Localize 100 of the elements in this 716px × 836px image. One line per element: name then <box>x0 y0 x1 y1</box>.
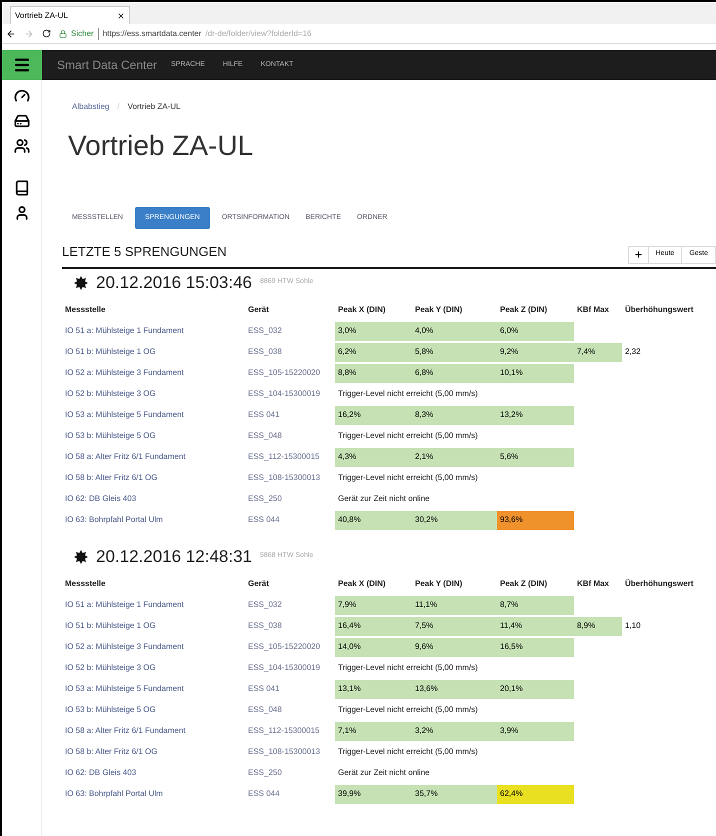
peak-cell: 16,4% <box>335 616 412 636</box>
page-title: Vortrieb ZA-UL <box>68 129 254 163</box>
device-text: ESS_048 <box>248 704 282 716</box>
peak-cell: 62,4% <box>497 784 574 804</box>
lock-icon <box>59 30 67 38</box>
station-link[interactable]: IO 52 b: Mühlsteige 3 OG <box>65 388 156 400</box>
device-text: ESS_104-15300019 <box>248 662 320 674</box>
station-link[interactable]: IO 53 a: Mühlsteige 5 Fundament <box>65 683 184 695</box>
status-message: Trigger-Level nicht erreicht (5,00 mm/s) <box>338 431 478 440</box>
address-bar[interactable]: Sicher https://ess.smartdata.center /dr-de/folder/view?folderId=16 <box>59 26 712 41</box>
peak-cell: 2,1% <box>412 448 497 466</box>
column-header: Überhöhungswert <box>625 578 694 588</box>
column-header: Peak Y (DIN) <box>415 578 462 588</box>
column-header: Peak Y (DIN) <box>415 304 462 314</box>
peak-cell: 13,6% <box>412 680 497 698</box>
section-title: LETZTE 5 SPRENGUNGEN <box>62 243 227 261</box>
device-text: ESS_104-15300019 <box>248 388 320 400</box>
peak-cell: 9,2% <box>497 342 574 362</box>
factor-text: 2,32 <box>625 346 641 358</box>
peak-cell: 8,3% <box>412 406 497 424</box>
status-message: Gerät zur Zeit nicht online <box>338 768 430 777</box>
peak-cell: 13,2% <box>497 406 574 424</box>
status-message: Trigger-Level nicht erreicht (5,00 mm/s) <box>338 705 478 714</box>
peak-cell: 35,7% <box>412 784 497 804</box>
device-text: ESS_038 <box>248 346 282 358</box>
station-link[interactable]: IO 62: DB Gleis 403 <box>65 493 136 505</box>
station-link[interactable]: IO 51 a: Mühlsteige 1 Fundament <box>65 325 184 337</box>
reload-icon[interactable] <box>42 29 51 38</box>
breadcrumb-separator: / <box>117 101 120 113</box>
station-link[interactable]: IO 53 b: Mühlsteige 5 OG <box>65 430 156 442</box>
station-link[interactable]: IO 58 b: Alter Fritz 6/1 OG <box>65 746 158 758</box>
browser-tab[interactable]: Vortrieb ZA-UL <box>10 6 130 24</box>
peak-cell: 16,5% <box>497 638 574 656</box>
sun-icon <box>74 550 88 564</box>
peak-cell: 11,4% <box>497 616 574 636</box>
breadcrumb-link[interactable]: Albabstieg <box>72 101 110 113</box>
station-link[interactable]: IO 62: DB Gleis 403 <box>65 767 136 779</box>
sun-icon <box>74 276 88 290</box>
status-message: Trigger-Level nicht erreicht (5,00 mm/s) <box>338 747 478 756</box>
device-text: ESS_038 <box>248 620 282 632</box>
brand-name: Smart Data Center <box>57 57 158 74</box>
peak-cell: 4,3% <box>335 448 412 466</box>
device-text: ESS_108-15300013 <box>248 472 320 484</box>
column-header: Peak X (DIN) <box>338 304 386 314</box>
status-message: Trigger-Level nicht erreicht (5,00 mm/s) <box>338 389 478 398</box>
station-link[interactable]: IO 53 a: Mühlsteige 5 Fundament <box>65 409 184 421</box>
kbf-cell: 7,4% <box>574 342 622 362</box>
plus-icon <box>634 250 643 259</box>
device-text: ESS 044 <box>248 788 280 800</box>
menu-button[interactable] <box>2 50 42 80</box>
column-header: Peak X (DIN) <box>338 578 386 588</box>
peak-cell: 40,8% <box>335 510 412 530</box>
column-header: KBf Max <box>577 578 610 588</box>
column-header: Messstelle <box>65 578 106 588</box>
peak-cell: 20,1% <box>497 680 574 698</box>
column-header: Messstelle <box>65 304 106 314</box>
peak-cell: 5,6% <box>497 448 574 466</box>
station-link[interactable]: IO 51 b: Mühlsteige 1 OG <box>65 346 156 358</box>
station-link[interactable]: IO 58 b: Alter Fritz 6/1 OG <box>65 472 158 484</box>
device-text: ESS_048 <box>248 430 282 442</box>
device-text: ESS_250 <box>248 767 282 779</box>
peak-cell: 6,2% <box>335 342 412 362</box>
station-link[interactable]: IO 51 a: Mühlsteige 1 Fundament <box>65 599 184 611</box>
station-link[interactable]: IO 53 b: Mühlsteige 5 OG <box>65 704 156 716</box>
station-link[interactable]: IO 58 a: Alter Fritz 6/1 Fundament <box>65 725 186 737</box>
station-link[interactable]: IO 51 b: Mühlsteige 1 OG <box>65 620 156 632</box>
peak-cell: 93,6% <box>497 510 574 530</box>
station-link[interactable]: IO 52 b: Mühlsteige 3 OG <box>65 662 156 674</box>
device-text: ESS 044 <box>248 514 280 526</box>
station-link[interactable]: IO 52 a: Mühlsteige 3 Fundament <box>65 367 184 379</box>
peak-cell: 7,9% <box>335 596 412 614</box>
menu-icon <box>13 56 31 74</box>
device-text: ESS_032 <box>248 599 282 611</box>
device-text: ESS_032 <box>248 325 282 337</box>
peak-cell: 39,9% <box>335 784 412 804</box>
station-link[interactable]: IO 63: Bohrpfahl Portal Ulm <box>65 788 163 800</box>
device-text: ESS_112-15300015 <box>248 451 320 463</box>
column-header: Peak Z (DIN) <box>500 578 548 588</box>
column-header: Überhöhungswert <box>625 304 694 314</box>
station-link[interactable]: IO 63: Bohrpfahl Portal Ulm <box>65 514 163 526</box>
status-message: Trigger-Level nicht erreicht (5,00 mm/s) <box>338 663 478 672</box>
column-header: Peak Z (DIN) <box>500 304 548 314</box>
breadcrumb-link[interactable]: Vortrieb ZA-UL <box>128 101 180 113</box>
status-message: Gerät zur Zeit nicht online <box>338 494 430 503</box>
peak-cell: 14,0% <box>335 638 412 656</box>
back-icon[interactable] <box>6 28 16 38</box>
station-link[interactable]: IO 52 a: Mühlsteige 3 Fundament <box>65 641 184 653</box>
peak-cell: 8,8% <box>335 364 412 382</box>
peak-cell: 30,2% <box>412 510 497 530</box>
peak-cell: 13,1% <box>335 680 412 698</box>
station-link[interactable]: IO 58 a: Alter Fritz 6/1 Fundament <box>65 451 186 463</box>
status-message: Trigger-Level nicht erreicht (5,00 mm/s) <box>338 473 478 482</box>
peak-cell: 5,8% <box>412 342 497 362</box>
device-text: ESS_108-15300013 <box>248 746 320 758</box>
device-text: ESS_112-15300015 <box>248 725 320 737</box>
blast-datetime: 20.12.2016 12:48:31 <box>96 546 252 568</box>
peak-cell: 11,1% <box>412 596 497 614</box>
close-icon[interactable] <box>117 12 125 20</box>
peak-cell: 4,0% <box>412 322 497 340</box>
blast-datetime: 20.12.2016 15:03:46 <box>96 272 252 294</box>
